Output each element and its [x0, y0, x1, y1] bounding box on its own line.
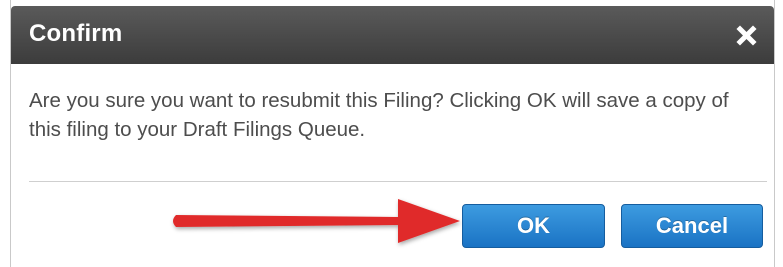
close-icon[interactable]	[732, 20, 762, 50]
ok-button[interactable]: OK	[462, 204, 605, 248]
red-arrow-icon	[173, 199, 460, 243]
dialog-titlebar: Confirm	[11, 6, 774, 64]
dialog-title: Confirm	[29, 20, 123, 47]
dialog-message: Are you sure you want to resubmit this F…	[29, 89, 729, 141]
cancel-button[interactable]: Cancel	[621, 204, 763, 248]
divider	[29, 181, 767, 182]
